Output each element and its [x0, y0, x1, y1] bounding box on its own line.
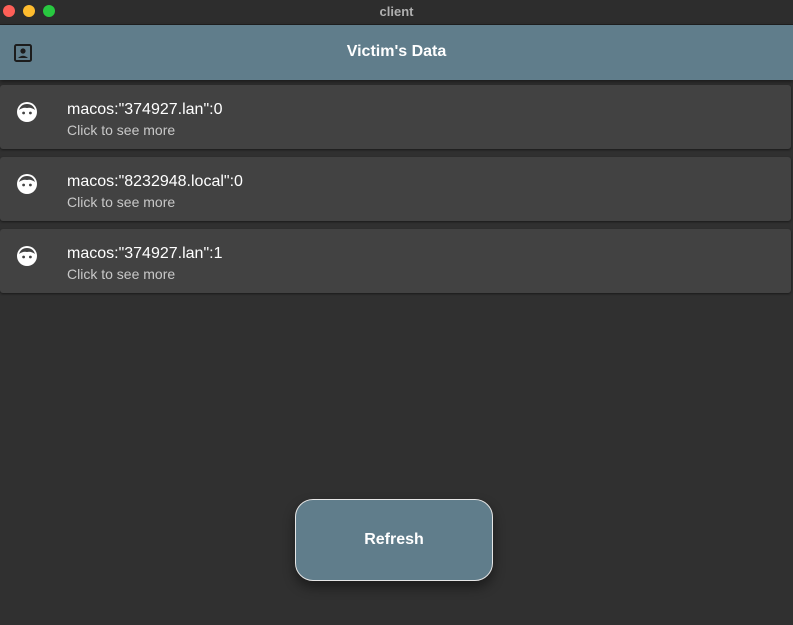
victim-list-item[interactable]: macos:"8232948.local":0 Click to see mor…	[0, 157, 791, 221]
face-icon	[16, 173, 38, 195]
victim-id: macos:"374927.lan":1	[67, 245, 223, 262]
victim-hint: Click to see more	[67, 266, 176, 282]
victim-list-item[interactable]: macos:"374927.lan":0 Click to see more	[0, 85, 791, 149]
page-title: Victim's Data	[346, 43, 447, 60]
victim-id: macos:"374927.lan":0	[67, 101, 223, 118]
refresh-button[interactable]: Refresh	[295, 499, 493, 581]
victim-list-item[interactable]: macos:"374927.lan":1 Click to see more	[0, 229, 791, 293]
face-icon	[16, 245, 38, 267]
app-bar: Victim's Data	[0, 25, 793, 80]
victim-list: macos:"374927.lan":0 Click to see more m…	[0, 85, 791, 301]
victim-id: macos:"8232948.local":0	[67, 173, 243, 190]
window-title: client	[379, 4, 414, 19]
victim-hint: Click to see more	[67, 122, 176, 138]
victim-hint: Click to see more	[67, 194, 176, 210]
face-icon	[16, 101, 38, 123]
window-titlebar: client	[0, 0, 793, 25]
app-window: client Victim's Data macos:"374927.lan":…	[0, 0, 793, 625]
